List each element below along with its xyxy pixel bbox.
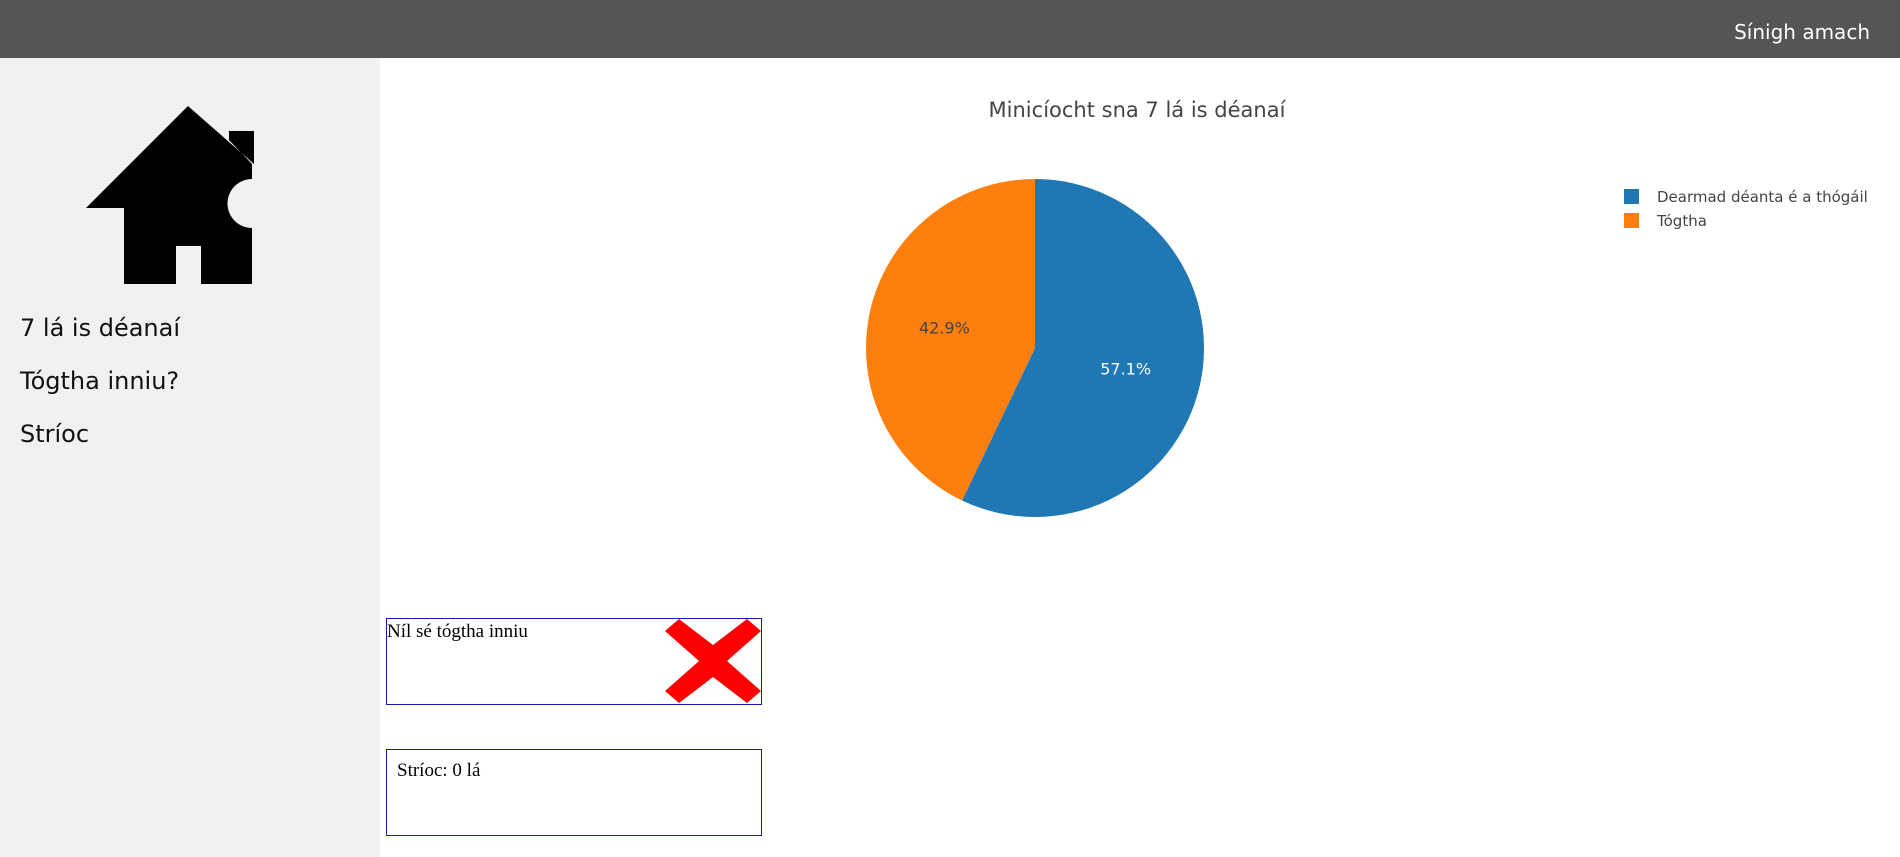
main-content: Minicíocht sna 7 lá is déanaí 57.1% 42.9%… (380, 58, 1900, 857)
home-icon[interactable] (86, 106, 254, 286)
legend-swatch-0[interactable] (1624, 189, 1639, 204)
legend-label-1[interactable]: Tógtha (1656, 212, 1707, 230)
sidebar: 7 lá is déanaí Tógtha inniu? Stríoc (0, 58, 380, 857)
top-bar: Sínigh amach (0, 0, 1900, 58)
sign-out-link[interactable]: Sínigh amach (1734, 20, 1870, 44)
legend-swatch-1[interactable] (1624, 213, 1639, 228)
pie-slice-label-1: 42.9% (919, 318, 970, 337)
chart-title: Minicíocht sna 7 lá is déanaí (989, 98, 1287, 122)
x-icon (665, 619, 761, 703)
sidebar-item-last-7-days[interactable]: 7 lá is déanaí (20, 314, 180, 342)
pie-chart: Minicíocht sna 7 lá is déanaí 57.1% 42.9%… (866, 98, 1868, 517)
streak-box: Stríoc: 0 lá (386, 749, 762, 836)
pie-slice-label-0: 57.1% (1100, 360, 1151, 379)
legend-label-0[interactable]: Dearmad déanta é a thógáil (1657, 188, 1868, 206)
sidebar-item-taken-today[interactable]: Tógtha inniu? (20, 367, 179, 395)
today-status-box: Níl sé tógtha inniu (386, 618, 762, 705)
today-status-text: Níl sé tógtha inniu (387, 621, 528, 642)
sidebar-item-streak[interactable]: Stríoc (20, 420, 89, 448)
streak-text: Stríoc: 0 lá (397, 760, 481, 781)
